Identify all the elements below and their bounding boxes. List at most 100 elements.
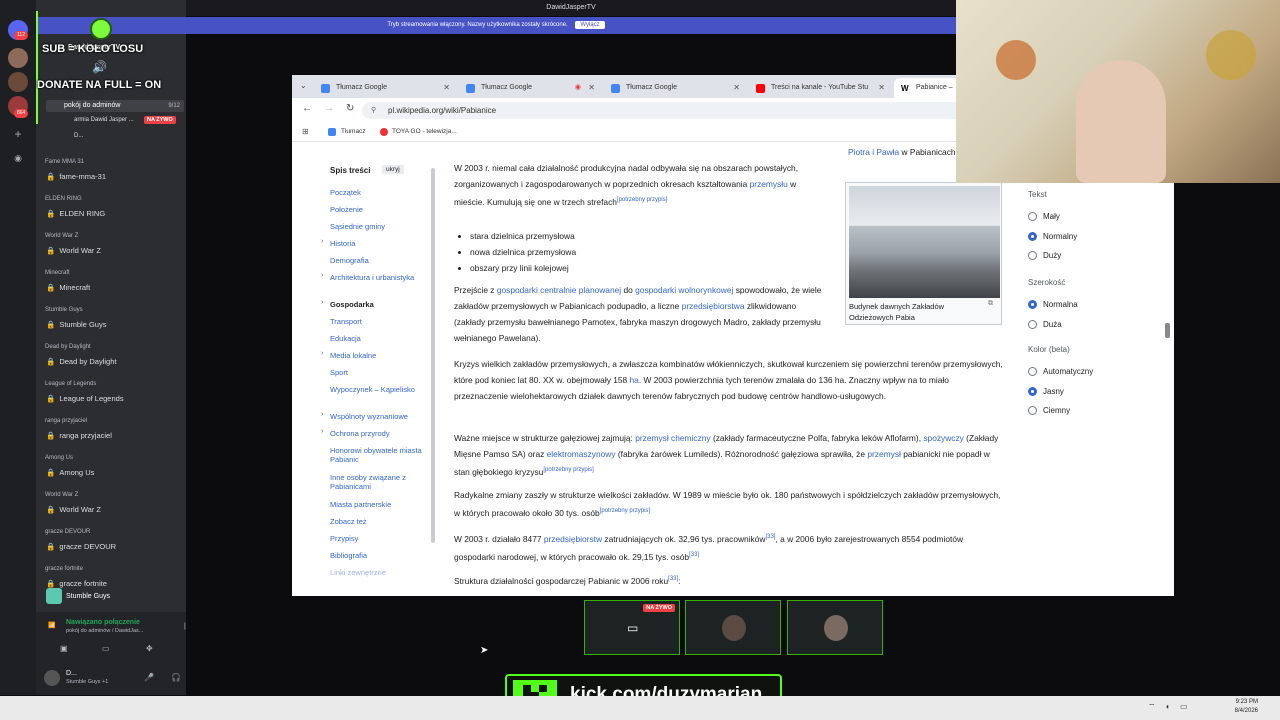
channel-category[interactable]: Stumble Guys (45, 307, 83, 313)
expand-chevron-icon[interactable]: › (321, 411, 323, 418)
page-scrollbar[interactable] (1165, 323, 1170, 338)
close-tab-icon[interactable]: ✕ (588, 78, 595, 98)
channel-item[interactable]: 🔒 gracze DEVOUR (46, 542, 116, 551)
toc-item[interactable]: Sąsiednie gminy (330, 222, 426, 231)
apps-grid-icon[interactable]: ⊞ (302, 127, 309, 136)
radio-option[interactable]: Ciemny (1028, 406, 1070, 416)
channel-category[interactable]: Minecraft (45, 270, 70, 276)
toc-item[interactable]: Honorowi obywatele miasta Pabianic (330, 446, 426, 464)
server-icon[interactable] (8, 72, 28, 92)
expand-chevron-icon[interactable]: › (321, 350, 323, 357)
toc-item[interactable]: Linki zewnętrzne (330, 568, 426, 577)
toc-item[interactable]: Wspólnoty wyznaniowe (330, 412, 426, 421)
back-arrow-icon[interactable]: ← (302, 103, 312, 114)
toc-item[interactable]: Gospodarka (330, 300, 426, 309)
toc-item[interactable]: Początek (330, 188, 426, 197)
article-link[interactable]: Piotra i Pawła (848, 147, 899, 157)
radio-button-icon[interactable] (1028, 319, 1037, 329)
camera-off-icon[interactable]: ▣ (60, 644, 68, 653)
toc-item[interactable]: Demografia (330, 256, 426, 265)
radio-button-icon[interactable] (1028, 231, 1037, 241)
disable-streamer-mode-button[interactable]: Wyłącz (575, 21, 605, 29)
channel-item[interactable]: 🔒 fame-mma-31 (46, 172, 106, 181)
browser-tab[interactable]: Treści na kanale - YouTube Stu ✕ (749, 78, 891, 98)
toc-item[interactable]: Zobacz też (330, 517, 426, 526)
channel-item[interactable]: 🔒 ranga przyjaciel (46, 431, 112, 440)
radio-option[interactable]: Mały (1028, 212, 1060, 222)
toc-item[interactable]: Wypoczynek – Kąpielisko (330, 385, 426, 394)
citation-needed[interactable]: [potrzebny przypis] (543, 467, 593, 473)
radio-button-icon[interactable] (1028, 367, 1037, 377)
bookmark-item[interactable]: TOYA GO - telewizja... (392, 128, 457, 135)
toc-item[interactable]: Bibliografia (330, 551, 426, 560)
bookmark-item[interactable]: Tłumacz (341, 128, 366, 135)
toc-item[interactable]: Architektura i urbanistyka (330, 273, 426, 282)
wifi-icon[interactable]: ⌔ (1148, 702, 1156, 712)
channel-category[interactable]: League of Legends (45, 381, 96, 387)
channel-category[interactable]: ranga przyjaciel (45, 418, 87, 424)
enlarge-icon[interactable]: ⧉ (988, 300, 993, 308)
participant-thumbnail[interactable] (787, 600, 883, 655)
article-link[interactable]: spożywczy (923, 433, 964, 443)
explore-icon[interactable]: ◉ (8, 148, 28, 168)
reference[interactable]: [33] (689, 552, 699, 558)
toc-scrollbar[interactable] (431, 168, 435, 543)
building-photo[interactable] (849, 186, 1000, 298)
radio-button-icon[interactable] (1028, 300, 1037, 310)
toc-item[interactable]: Przypisy (330, 534, 426, 543)
toc-item[interactable]: Inne osoby związane z Pabianicami (330, 473, 426, 491)
signal-icon[interactable]: 📶 (48, 622, 55, 629)
article-link[interactable]: gospodarki wolnorynkowej (635, 285, 733, 295)
radio-option[interactable]: Automatyczny (1028, 367, 1093, 377)
radio-button-icon[interactable] (1028, 251, 1037, 261)
toc-item[interactable]: Edukacja (330, 334, 426, 343)
close-tab-icon[interactable]: ✕ (733, 78, 740, 98)
browser-tab[interactable]: Tłumacz Google ✕ (314, 78, 456, 98)
server-icon[interactable] (8, 48, 28, 68)
article-link[interactable]: elektromaszynowy (547, 449, 616, 459)
channel-item[interactable]: 🔒 World War Z (46, 505, 101, 514)
microphone-icon[interactable]: 🎤 (144, 673, 154, 682)
toc-item[interactable]: Ochrona przyrody (330, 429, 426, 438)
forward-arrow-icon[interactable]: → (324, 103, 334, 114)
screen-share-icon[interactable]: ▭ (102, 644, 110, 653)
channel-item[interactable]: 🔒 ELDEN RING (46, 209, 105, 218)
article-link[interactable]: ha (630, 375, 639, 385)
article-link[interactable]: gospodarki centralnie planowanej (497, 285, 621, 295)
expand-chevron-icon[interactable]: › (321, 299, 323, 306)
channel-item[interactable]: 🔒 Dead by Daylight (46, 357, 116, 366)
noise-suppression-icon[interactable]: ||| (184, 623, 186, 630)
channel-category[interactable]: Among Us (45, 455, 73, 461)
reference[interactable]: [33] (668, 576, 678, 582)
address-bar[interactable]: ⚲ pl.wikipedia.org/wiki/Pabianice (362, 102, 967, 119)
radio-button-icon[interactable] (1028, 212, 1037, 222)
toc-item[interactable]: Historia (330, 239, 426, 248)
radio-option[interactable]: Jasny (1028, 387, 1064, 396)
citation-needed[interactable]: [potrzebny przypis] (600, 508, 650, 514)
article-link[interactable]: przedsiębiorstwa (682, 301, 745, 311)
channel-category[interactable]: gracze DEVOUR (45, 529, 90, 535)
channel-category[interactable]: Dead by Daylight (45, 344, 91, 350)
expand-chevron-icon[interactable]: › (321, 428, 323, 435)
volume-icon[interactable]: ◖ (1165, 702, 1170, 711)
radio-button-icon[interactable] (1028, 386, 1037, 396)
connection-channel[interactable]: pokój do adminów / DawidJas... (66, 628, 143, 634)
close-tab-icon[interactable]: ✕ (878, 78, 885, 98)
close-tab-icon[interactable]: ✕ (443, 78, 450, 98)
article-link[interactable]: przemysł (867, 449, 901, 459)
toc-hide-button[interactable]: ukryj (382, 165, 404, 174)
toc-item[interactable]: Położenie (330, 205, 426, 214)
stream-thumbnail[interactable]: NA ŻYWO ▭ (584, 600, 680, 655)
activities-icon[interactable]: ✥ (146, 644, 153, 653)
channel-item[interactable]: 🔒 Minecraft (46, 283, 90, 292)
reference[interactable]: [33] (765, 534, 775, 540)
channel-category[interactable]: gracze fortnite (45, 566, 83, 572)
channel-category[interactable]: ELDEN RING (45, 196, 82, 202)
toc-item[interactable]: Media lokalne (330, 351, 426, 360)
radio-option[interactable]: Normalna (1028, 300, 1078, 310)
article-link[interactable]: przemysł chemiczny (635, 433, 710, 443)
channel-item[interactable]: 🔒 League of Legends (46, 394, 124, 403)
toc-item[interactable]: Sport (330, 368, 426, 377)
expand-chevron-icon[interactable]: › (321, 238, 323, 245)
channel-item[interactable]: 🔒 World War Z (46, 246, 101, 255)
